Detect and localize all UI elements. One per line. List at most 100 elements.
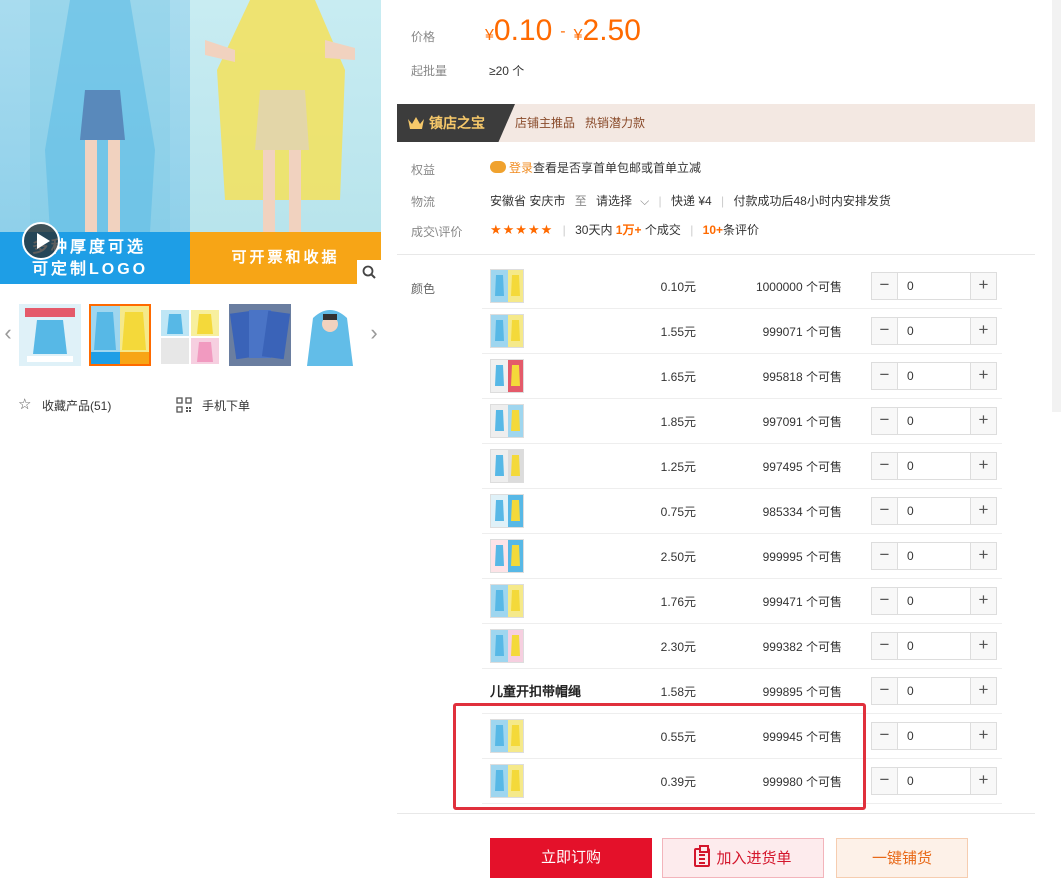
banner-invoice: 可开票和收据 bbox=[190, 232, 381, 284]
sku-price: 0.75元 bbox=[660, 505, 696, 519]
quantity-stepper: − + bbox=[871, 452, 997, 480]
play-icon[interactable] bbox=[22, 222, 60, 260]
quantity-input[interactable] bbox=[899, 408, 969, 434]
main-product-image[interactable]: 多种厚度可选 可定制LOGO 可开票和收据 bbox=[0, 0, 381, 284]
quantity-input[interactable] bbox=[899, 723, 969, 749]
add-to-cart-label: 加入进货单 bbox=[716, 850, 792, 867]
sku-thumbnail[interactable] bbox=[490, 314, 524, 348]
sku-row: 0.75元 985334 个可售 − + bbox=[482, 489, 1002, 534]
chevron-down-icon: ⌵ bbox=[640, 194, 650, 208]
search-icon[interactable] bbox=[357, 260, 381, 284]
increase-button[interactable]: + bbox=[970, 318, 996, 344]
increase-button[interactable]: + bbox=[970, 768, 996, 794]
product-actions: ☆ 收藏产品(51) 手机下单 bbox=[18, 396, 378, 416]
increase-button[interactable]: + bbox=[970, 543, 996, 569]
increase-button[interactable]: + bbox=[970, 633, 996, 659]
sku-thumbnail[interactable] bbox=[490, 584, 524, 618]
increase-button[interactable]: + bbox=[970, 408, 996, 434]
currency-symbol: ¥ bbox=[573, 27, 583, 44]
chevron-left-icon[interactable]: ‹ bbox=[0, 320, 16, 348]
decrease-button[interactable]: − bbox=[872, 498, 898, 524]
favorite-product-link[interactable]: 收藏产品(51) bbox=[42, 396, 111, 416]
treasure-badge: 镇店之宝 bbox=[397, 104, 515, 142]
scrollbar[interactable] bbox=[1052, 0, 1061, 412]
deals-row: ★★★★★ | 30天内 1万+ 个成交 | 10+条评价 bbox=[490, 221, 759, 238]
mobile-order-link[interactable]: 手机下单 bbox=[202, 396, 250, 416]
thumbnail-2[interactable] bbox=[89, 304, 151, 366]
quantity-input[interactable] bbox=[899, 633, 969, 659]
buy-now-button[interactable]: 立即订购 bbox=[490, 838, 652, 878]
increase-button[interactable]: + bbox=[970, 453, 996, 479]
review-count[interactable]: 10+ bbox=[703, 223, 723, 237]
deals-days: 30天内 bbox=[575, 223, 613, 237]
color-label: 颜色 bbox=[411, 282, 436, 296]
store-treasure-banner: 镇店之宝 店铺主推品 热销潜力款 bbox=[397, 104, 1035, 142]
sku-thumbnail[interactable] bbox=[490, 404, 524, 438]
chevron-right-icon[interactable]: › bbox=[366, 320, 382, 348]
decrease-button[interactable]: − bbox=[872, 363, 898, 389]
quantity-input[interactable] bbox=[899, 363, 969, 389]
sku-thumbnail[interactable] bbox=[490, 359, 524, 393]
sku-thumbnail[interactable] bbox=[490, 629, 524, 663]
sku-thumbnail[interactable] bbox=[490, 494, 524, 528]
treasure-badge-text: 镇店之宝 bbox=[429, 115, 485, 131]
logistics-label: 物流 bbox=[411, 195, 436, 209]
login-link[interactable]: 登录 bbox=[509, 161, 533, 175]
decrease-button[interactable]: − bbox=[872, 588, 898, 614]
thumbnail-3[interactable] bbox=[159, 304, 221, 366]
rating-stars: ★★★★★ bbox=[490, 222, 554, 237]
quantity-input[interactable] bbox=[899, 318, 969, 344]
deals-label: 成交\评价 bbox=[411, 225, 463, 239]
thumbnail-1[interactable] bbox=[19, 304, 81, 366]
decrease-button[interactable]: − bbox=[872, 633, 898, 659]
sku-row: 2.50元 999995 个可售 − + bbox=[482, 534, 1002, 579]
quantity-input[interactable] bbox=[899, 498, 969, 524]
star-outline-icon[interactable]: ☆ bbox=[18, 396, 31, 414]
quantity-input[interactable] bbox=[899, 588, 969, 614]
sku-thumbnail[interactable] bbox=[490, 269, 524, 303]
quantity-input[interactable] bbox=[899, 453, 969, 479]
sku-thumbnail[interactable] bbox=[490, 449, 524, 483]
destination-select-label: 请选择 bbox=[596, 194, 633, 208]
increase-button[interactable]: + bbox=[970, 723, 996, 749]
sku-thumbnail[interactable] bbox=[490, 539, 524, 573]
decrease-button[interactable]: − bbox=[872, 543, 898, 569]
qr-code-icon[interactable] bbox=[176, 397, 192, 413]
blue-raincoat-figure bbox=[30, 0, 170, 232]
review-suffix[interactable]: 条评价 bbox=[723, 223, 759, 237]
thumbnail-5[interactable] bbox=[299, 304, 361, 366]
quantity-stepper: − + bbox=[871, 497, 997, 525]
decrease-button[interactable]: − bbox=[872, 318, 898, 344]
add-to-cart-button[interactable]: 加入进货单 bbox=[662, 838, 824, 878]
decrease-button[interactable]: − bbox=[872, 768, 898, 794]
sku-price: 2.50元 bbox=[660, 550, 696, 564]
banner-line-2: 可定制LOGO bbox=[32, 261, 149, 278]
quantity-input[interactable] bbox=[899, 543, 969, 569]
increase-button[interactable]: + bbox=[970, 678, 996, 704]
decrease-button[interactable]: − bbox=[872, 678, 898, 704]
quantity-stepper: − + bbox=[871, 722, 997, 750]
increase-button[interactable]: + bbox=[970, 588, 996, 614]
sku-stock: 1000000 个可售 bbox=[755, 280, 842, 294]
increase-button[interactable]: + bbox=[970, 363, 996, 389]
divider: | bbox=[721, 194, 725, 208]
decrease-button[interactable]: − bbox=[872, 723, 898, 749]
benefit-text: 查看是否享首单包邮或首单立减 bbox=[533, 161, 702, 175]
decrease-button[interactable]: − bbox=[872, 453, 898, 479]
decrease-button[interactable]: − bbox=[872, 273, 898, 299]
destination-select[interactable]: 请选择 ⌵ bbox=[596, 194, 649, 208]
thumbnail-4[interactable] bbox=[229, 304, 291, 366]
increase-button[interactable]: + bbox=[970, 273, 996, 299]
divider: | bbox=[658, 194, 662, 208]
quantity-stepper: − + bbox=[871, 407, 997, 435]
sku-row: 1.85元 997091 个可售 − + bbox=[482, 399, 1002, 444]
increase-button[interactable]: + bbox=[970, 498, 996, 524]
thumbnail-strip: ‹ › bbox=[0, 302, 390, 366]
benefit-row: 登录查看是否享首单包邮或首单立减 bbox=[490, 159, 701, 176]
quantity-input[interactable] bbox=[899, 678, 969, 704]
sku-row: 1.76元 999471 个可售 − + bbox=[482, 579, 1002, 624]
quantity-input[interactable] bbox=[899, 768, 969, 794]
decrease-button[interactable]: − bbox=[872, 408, 898, 434]
one-click-distribute-button[interactable]: 一键铺货 bbox=[836, 838, 968, 878]
quantity-input[interactable] bbox=[899, 273, 969, 299]
